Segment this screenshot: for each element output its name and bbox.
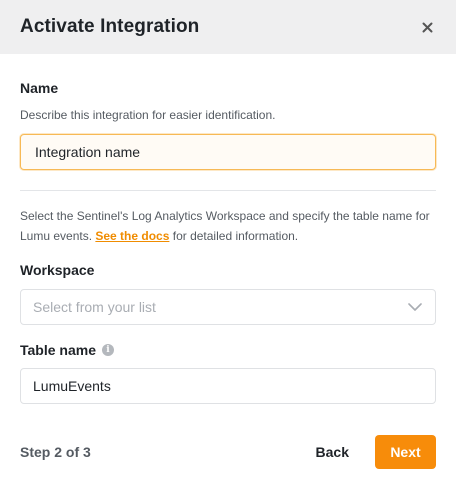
modal-header: Activate Integration <box>0 0 456 54</box>
modal-title: Activate Integration <box>20 16 200 37</box>
workspace-select[interactable]: Select from your list <box>20 289 436 325</box>
table-name-label-row: Table name i <box>20 342 114 358</box>
workspace-label: Workspace <box>20 262 95 278</box>
workspace-description-tail: for detailed information. <box>169 229 299 243</box>
info-icon[interactable]: i <box>102 344 114 356</box>
see-the-docs-link[interactable]: See the docs <box>95 229 169 243</box>
footer-actions: Back Next <box>300 435 436 469</box>
workspace-description: Select the Sentinel's Log Analytics Work… <box>20 206 436 246</box>
table-name-value: LumuEvents <box>33 378 111 394</box>
close-icon-glyph <box>422 22 432 32</box>
table-name-input[interactable]: LumuEvents <box>20 368 436 404</box>
activate-integration-modal: Activate Integration Name Describe this … <box>0 0 456 490</box>
section-divider <box>20 190 436 191</box>
integration-name-value: Integration name <box>35 144 141 160</box>
name-label: Name <box>20 80 59 96</box>
workspace-placeholder: Select from your list <box>33 299 156 315</box>
integration-name-input[interactable]: Integration name <box>20 134 436 170</box>
close-icon[interactable] <box>418 18 436 36</box>
name-help-text: Describe this integration for easier ide… <box>20 108 276 122</box>
chevron-down-icon <box>407 299 423 315</box>
modal-footer: Step 2 of 3 Back Next <box>20 434 436 470</box>
table-name-label: Table name <box>20 342 96 358</box>
step-indicator: Step 2 of 3 <box>20 444 91 460</box>
back-button[interactable]: Back <box>300 435 365 469</box>
next-button[interactable]: Next <box>375 435 436 469</box>
